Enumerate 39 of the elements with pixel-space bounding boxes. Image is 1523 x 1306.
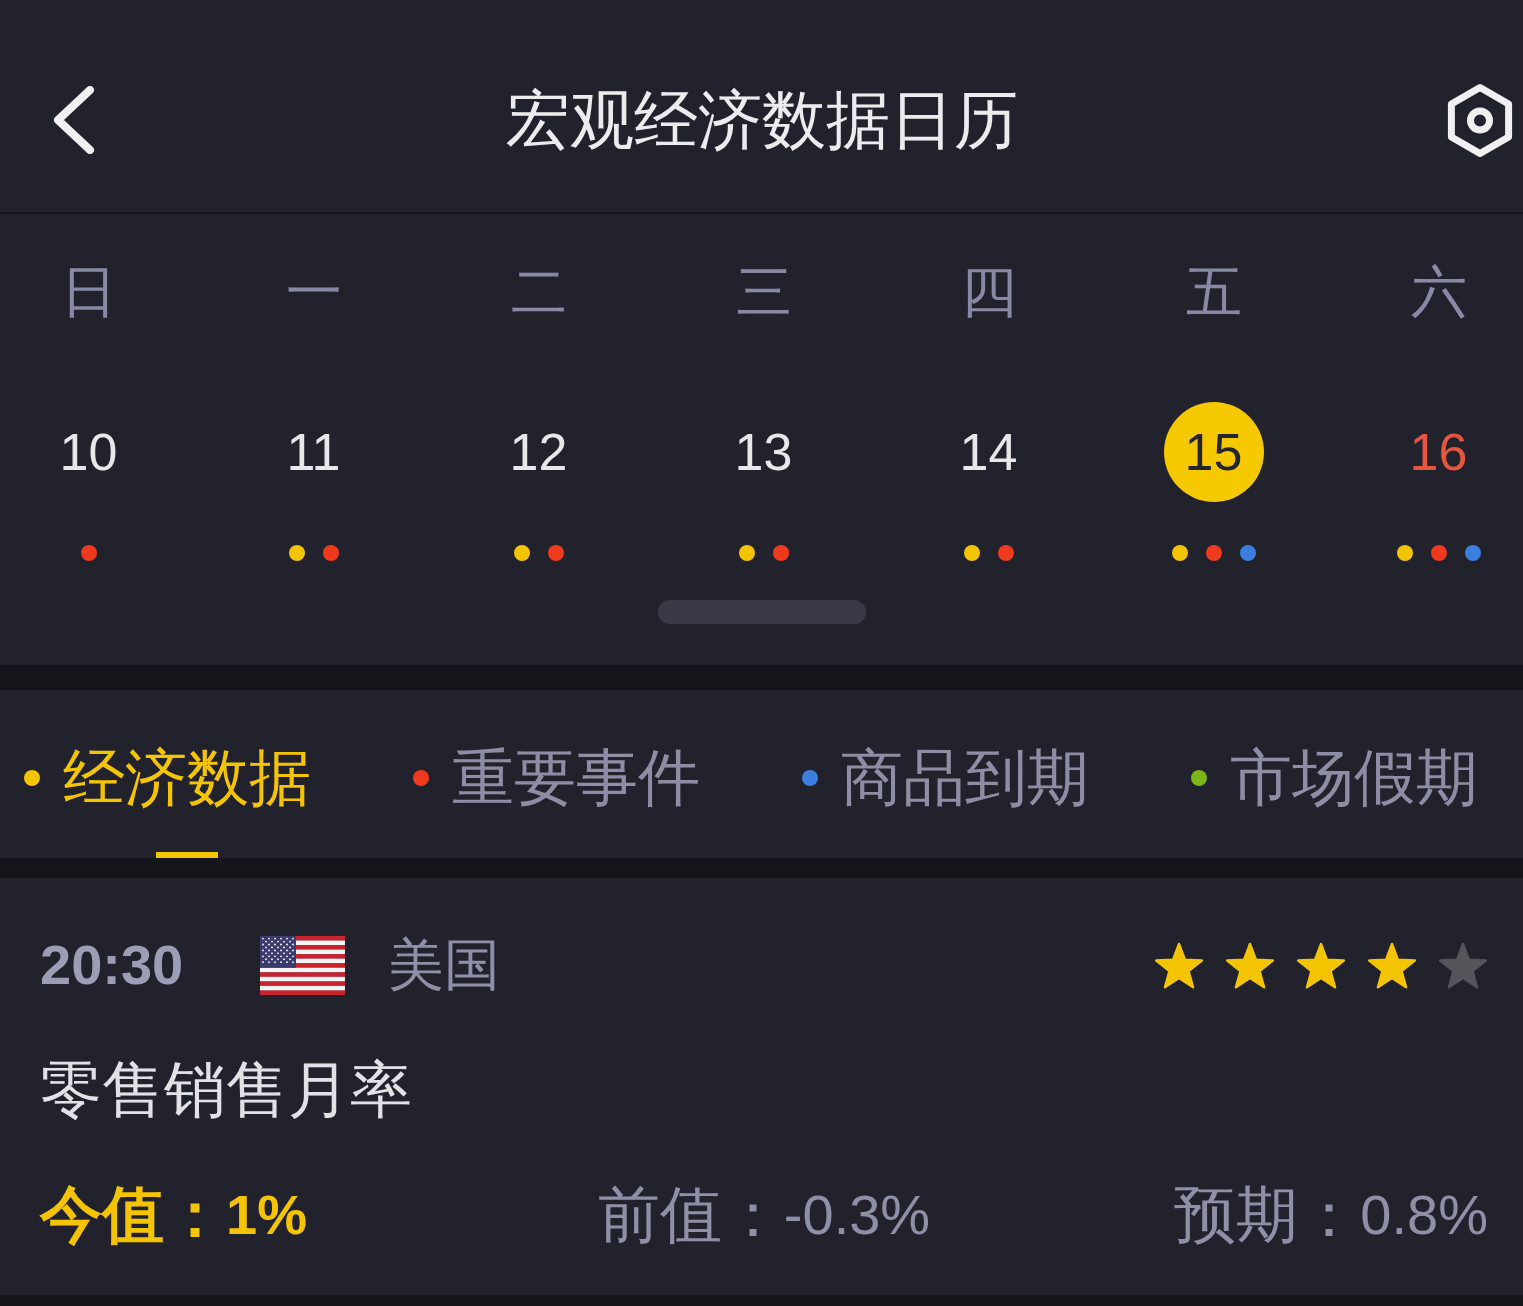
star-icon (1367, 941, 1417, 989)
back-button[interactable] (52, 86, 96, 154)
page-title: 宏观经济数据日历 (505, 84, 1018, 156)
calendar-date[interactable]: 14 (938, 402, 1039, 502)
country-name: 美国 (388, 935, 501, 995)
calendar-date[interactable]: 12 (488, 402, 589, 502)
calendar-date[interactable]: 13 (713, 402, 814, 502)
calendar-date[interactable]: 10 (38, 402, 139, 502)
category-tab[interactable]: 市场假期 (1191, 747, 1478, 858)
star-icon (1154, 941, 1204, 989)
category-tab[interactable]: 经济数据 (24, 747, 311, 858)
star-icon (1296, 941, 1346, 989)
flag-icon (260, 935, 346, 995)
star-icon (1438, 941, 1488, 989)
weekday-label: 三 (735, 263, 792, 321)
category-tab[interactable]: 重要事件 (413, 747, 700, 858)
calendar-date[interactable]: 15 (1163, 402, 1264, 502)
figure-value: 1% (226, 1184, 307, 1246)
settings-icon (1445, 82, 1515, 158)
settings-button[interactable] (1445, 82, 1515, 158)
weekday-label: 一 (285, 263, 342, 321)
drag-handle[interactable] (657, 600, 866, 624)
figure-label: 前值： (597, 1184, 784, 1246)
weekday-label: 四 (960, 263, 1017, 321)
weekday-label: 六 (1410, 263, 1467, 321)
calendar-date[interactable]: 16 (1388, 402, 1489, 502)
figure-value: -0.3% (783, 1184, 931, 1246)
weekday-label: 日 (60, 263, 117, 321)
star-icon (1225, 941, 1275, 989)
chevron-left-icon (52, 86, 96, 154)
weekday-label: 二 (510, 263, 567, 321)
event-title: 零售销售月率 (40, 1059, 412, 1121)
calendar-date[interactable]: 11 (263, 402, 364, 502)
weekday-label: 五 (1185, 263, 1242, 321)
figure-value: 0.8% (1360, 1184, 1488, 1246)
figure-label: 今值： (40, 1184, 226, 1246)
event-time: 20:30 (40, 935, 184, 995)
category-tab[interactable]: 商品到期 (802, 747, 1089, 858)
figure-label: 预期： (1174, 1184, 1361, 1246)
